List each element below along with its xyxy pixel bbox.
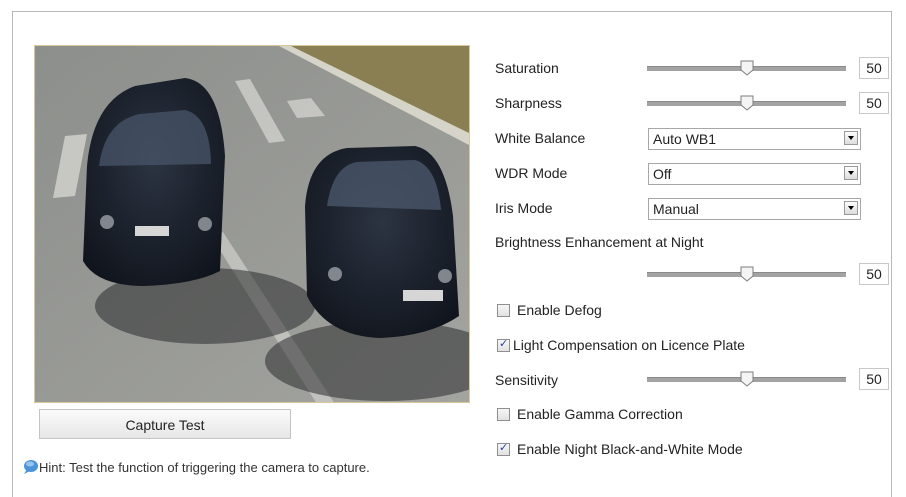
- camera-preview-image: [34, 45, 470, 403]
- white-balance-label: White Balance: [495, 130, 586, 146]
- slider-thumb[interactable]: [740, 95, 754, 111]
- slider-thumb[interactable]: [740, 266, 754, 282]
- hint-text: Hint: Test the function of triggering th…: [39, 460, 370, 475]
- gamma-correction-label: Enable Gamma Correction: [517, 406, 683, 422]
- chevron-down-icon[interactable]: [844, 131, 858, 145]
- light-compensation-label: Light Compensation on Licence Plate: [513, 337, 745, 353]
- chevron-down-icon[interactable]: [844, 201, 858, 215]
- slider-thumb[interactable]: [740, 371, 754, 387]
- night-bw-label: Enable Night Black-and-White Mode: [517, 441, 743, 457]
- info-bubble-icon: [22, 459, 38, 475]
- brightness-enhancement-label: Brightness Enhancement at Night: [495, 234, 704, 250]
- white-balance-select[interactable]: Auto WB1: [648, 128, 861, 150]
- saturation-value[interactable]: 50: [859, 57, 889, 79]
- chevron-down-icon[interactable]: [844, 166, 858, 180]
- hint-text-row: Hint: Test the function of triggering th…: [22, 459, 370, 475]
- enable-defog-label: Enable Defog: [517, 302, 602, 318]
- enable-defog-checkbox[interactable]: [497, 304, 510, 317]
- light-compensation-checkbox[interactable]: [497, 337, 510, 352]
- sensitivity-label: Sensitivity: [495, 372, 559, 388]
- sensitivity-value[interactable]: 50: [859, 368, 889, 390]
- sharpness-slider[interactable]: [647, 95, 846, 111]
- white-balance-selected: Auto WB1: [653, 131, 717, 147]
- wdr-mode-selected: Off: [653, 166, 672, 182]
- gamma-correction-checkbox[interactable]: [497, 408, 510, 421]
- brightness-enhancement-value[interactable]: 50: [859, 263, 889, 285]
- night-bw-checkbox[interactable]: [497, 441, 510, 456]
- sensitivity-slider[interactable]: [647, 371, 846, 387]
- capture-test-button[interactable]: Capture Test: [39, 409, 291, 439]
- wdr-mode-label: WDR Mode: [495, 165, 568, 181]
- slider-thumb[interactable]: [740, 60, 754, 76]
- iris-mode-selected: Manual: [653, 201, 699, 217]
- sharpness-value[interactable]: 50: [859, 92, 889, 114]
- saturation-label: Saturation: [495, 60, 559, 76]
- iris-mode-select[interactable]: Manual: [648, 198, 861, 220]
- iris-mode-label: Iris Mode: [495, 200, 553, 216]
- saturation-slider[interactable]: [647, 60, 846, 76]
- sharpness-label: Sharpness: [495, 95, 562, 111]
- wdr-mode-select[interactable]: Off: [648, 163, 861, 185]
- brightness-enhancement-slider[interactable]: [647, 266, 846, 282]
